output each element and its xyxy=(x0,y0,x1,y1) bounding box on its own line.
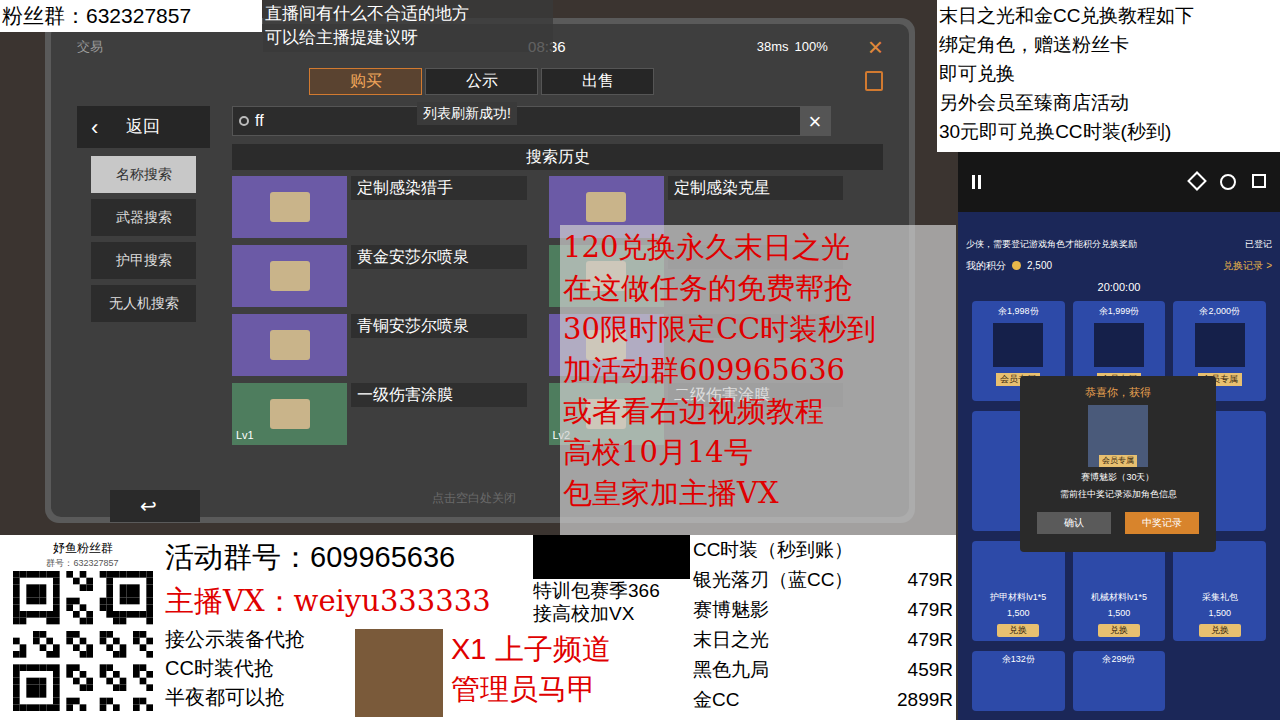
side-notes: 特训包赛季366接高校加VX xyxy=(533,579,660,625)
price-list: CC时装（秒到账）银光落刃（蓝CC）479R赛博魅影479R末日之光479R黑色… xyxy=(690,535,956,720)
qr-block: 妤鱼粉丝群群号：632327857 xyxy=(0,535,165,720)
signal: 38ms xyxy=(757,37,789,57)
history-item[interactable]: 定制感染猎手 xyxy=(232,176,527,238)
black-box xyxy=(533,535,690,579)
price-row: 末日之光479R xyxy=(693,625,953,655)
item-icon xyxy=(270,192,310,222)
material-card[interactable]: 机械材料lv1*51,500兑换 xyxy=(1073,541,1166,641)
item-thumb xyxy=(232,245,347,307)
sidebar-item[interactable]: 护甲搜索 xyxy=(91,242,196,279)
close-button[interactable]: × xyxy=(868,34,883,60)
tab[interactable]: 公示 xyxy=(425,68,538,95)
expand-icon[interactable] xyxy=(1252,174,1266,188)
item-thumb xyxy=(232,176,347,238)
prize-popup: 恭喜你，获得会员专属赛博魅影（30天）需前往中奖记录添加角色信息确认中奖记录 xyxy=(1020,376,1216,552)
confirm-button[interactable]: 确认 xyxy=(1037,512,1111,534)
return-button[interactable]: ↩ xyxy=(110,490,200,522)
bottom-panel: 妤鱼粉丝群群号：632327857活动群号：609965636主播VX：weiy… xyxy=(0,535,690,720)
item-icon xyxy=(270,330,310,360)
price-row: 赛博魅影479R xyxy=(693,595,953,625)
points-row: 我的积分2,500兑换记录 > xyxy=(966,258,1272,273)
record-icon[interactable] xyxy=(865,71,883,91)
item-icon xyxy=(270,261,310,291)
search-icon xyxy=(239,116,249,126)
activity-group: 活动群号：609965636 xyxy=(165,535,533,579)
register-banner: 少侠，需要登记游戏角色才能积分兑换奖励已登记 xyxy=(966,238,1272,252)
price-row: 黑色九局459R xyxy=(693,655,953,685)
streamer-vx: 主播VX：weiyu333333 xyxy=(165,579,533,625)
video-controls xyxy=(958,152,1280,212)
material-card[interactable]: 护甲材料lv1*51,500兑换 xyxy=(972,541,1065,641)
coin-icon xyxy=(1012,261,1021,270)
sidebar-item[interactable]: 无人机搜索 xyxy=(91,285,196,322)
toast: 列表刷新成功! xyxy=(417,102,517,125)
clear-button[interactable]: × xyxy=(800,107,830,135)
chevron-left-icon: ‹ xyxy=(91,111,98,144)
item-icon xyxy=(270,399,310,429)
records-button[interactable]: 中奖记录 xyxy=(1125,512,1199,534)
tab-bar: 购买公示出售 xyxy=(77,66,883,96)
sidebar-item[interactable]: 武器搜索 xyxy=(91,199,196,236)
notice-box: 直播间有什么不合适的地方可以给主播提建议呀 xyxy=(263,0,553,52)
qr-code-icon xyxy=(13,571,153,711)
search-field[interactable]: ff× xyxy=(232,106,831,136)
avatar xyxy=(355,629,443,717)
item-icon xyxy=(586,192,626,222)
sidebar: ‹返回名称搜索武器搜索护甲搜索无人机搜索 xyxy=(77,106,210,509)
price-row: 金CC2899R xyxy=(693,685,953,715)
history-item[interactable]: 黄金安莎尔喷泉 xyxy=(232,245,527,307)
material-card[interactable]: 采集礼包1,500兑换 xyxy=(1173,541,1266,641)
stream-screen: 交易08:3638ms100%×购买公示出售‹返回名称搜索武器搜索护甲搜索无人机… xyxy=(0,0,1280,720)
tab[interactable]: 出售 xyxy=(541,68,654,95)
phone-view: 少侠，需要登记游戏角色才能积分兑换奖励已登记我的积分2,500兑换记录 > 20:… xyxy=(958,152,1280,720)
battery: 100% xyxy=(795,37,828,57)
promo-overlay: 120兑换永久末日之光在这做任务的免费帮抢30限时限定CC时装秒到加活动群609… xyxy=(560,225,956,535)
history-item[interactable]: 青铜安莎尔喷泉 xyxy=(232,314,527,376)
stock-row: 余132份余299份 xyxy=(972,651,1266,711)
sidebar-item[interactable]: 名称搜索 xyxy=(91,156,196,193)
item-thumb: Lv1 xyxy=(232,383,347,445)
services: 接公示装备代抢CC时装代抢半夜都可以抢 xyxy=(165,625,355,717)
footer-hint: 点击空白处关闭 xyxy=(432,489,516,507)
history-header: 搜索历史 xyxy=(232,144,883,170)
fan-group-label: 粉丝群：632327857 xyxy=(0,0,262,32)
info-box: 末日之光和金CC兑换教程如下绑定角色，赠送粉丝卡即可兑换另外会员至臻商店活动30… xyxy=(937,0,1280,152)
back-button[interactable]: ‹返回 xyxy=(77,106,210,148)
history-item[interactable]: Lv1一级伤害涂膜 xyxy=(232,383,527,445)
prize-image: 会员专属 xyxy=(1088,405,1148,467)
section-timer: 20:00:00 xyxy=(958,279,1280,296)
tab[interactable]: 购买 xyxy=(309,68,422,95)
mute-icon[interactable] xyxy=(1220,174,1236,190)
item-thumb xyxy=(232,314,347,376)
price-row: 银光落刃（蓝CC）479R xyxy=(693,565,953,595)
material-row: 护甲材料lv1*51,500兑换机械材料lv1*51,500兑换采集礼包1,50… xyxy=(972,541,1266,641)
admin-label: X1 上子频道管理员马甲 xyxy=(443,625,690,717)
pin-icon[interactable] xyxy=(1187,171,1207,191)
pause-icon[interactable] xyxy=(972,175,981,189)
price-title: CC时装（秒到账） xyxy=(693,535,953,565)
